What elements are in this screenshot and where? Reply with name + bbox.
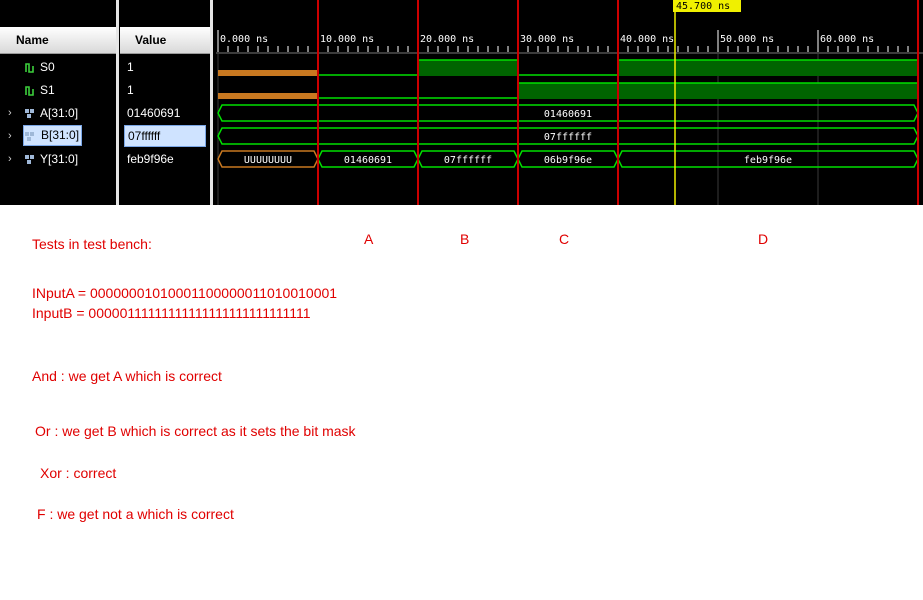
signal-name-label: S0: [40, 60, 55, 74]
bus-signal-icon: [25, 155, 34, 164]
waveform-viewer: Name Value S0 1 S1 1 › A[31:0] 01460691 › B[31:0…: [0, 0, 923, 205]
undefined-segment: [218, 70, 318, 76]
section-label-a: A: [364, 231, 374, 247]
bus-value-label: feb9f96e: [744, 155, 792, 166]
signal-row-b310[interactable]: › B[31:0]: [0, 125, 116, 147]
pane-splitter[interactable]: [116, 0, 119, 205]
scalar-signal-icon: [25, 63, 34, 73]
signal-name-label: Y[31:0]: [40, 152, 79, 166]
expand-chevron-icon[interactable]: ›: [8, 148, 12, 170]
f-result-line: F : we get not a which is correct: [37, 506, 234, 522]
signal-value: feb9f96e: [127, 152, 174, 166]
signal-value: 1: [127, 83, 134, 97]
high-segment-fill: [518, 83, 918, 99]
undefined-segment: [218, 93, 318, 99]
signal-row-s1[interactable]: S1: [0, 79, 116, 101]
ruler-tick-label: 60.000 ns: [820, 34, 874, 45]
high-segment-fill: [618, 60, 918, 76]
and-result-line: And : we get A which is correct: [32, 368, 222, 384]
scalar-signal-icon: [25, 86, 34, 96]
bus-signal-icon: [25, 132, 34, 141]
input-a-line: INputA = 0000000101000110000001101001000…: [32, 285, 338, 301]
ruler-tick-label: 0.000 ns: [220, 34, 268, 45]
section-label-d: D: [758, 231, 769, 247]
ruler-tick-label: 40.000 ns: [620, 34, 674, 45]
bus-value-label: 07ffffff: [544, 132, 592, 143]
pane-splitter[interactable]: [210, 0, 213, 205]
bus-value-label: UUUUUUUU: [244, 155, 292, 166]
xor-result-line: Xor : correct: [40, 465, 117, 481]
ruler-tick-label: 20.000 ns: [420, 34, 474, 45]
section-label-c: C: [559, 231, 570, 247]
notes-title: Tests in test bench:: [32, 236, 152, 252]
bus-value-label: 07ffffff: [444, 155, 492, 166]
bus-value-label: 01460691: [344, 155, 392, 166]
section-label-b: B: [460, 231, 470, 247]
bus-value-label: 06b9f96e: [544, 155, 592, 166]
ruler-tick-label: 50.000 ns: [720, 34, 774, 45]
ruler-tick-label: 30.000 ns: [520, 34, 574, 45]
bus-signal-icon: [25, 109, 34, 118]
waveform-area[interactable]: 0.000 ns 10.000 ns 20.000 ns 30.000 ns 40.00…: [216, 0, 923, 205]
name-column-header[interactable]: Name: [0, 27, 116, 54]
ruler-tick-label: 10.000 ns: [320, 34, 374, 45]
input-b-line: InputB = 0000011111111111111111111111111…: [32, 305, 311, 321]
signal-row-s0[interactable]: S0: [0, 56, 116, 78]
or-result-line: Or : we get B which is correct as it set…: [35, 423, 356, 439]
value-column-header[interactable]: Value: [120, 27, 210, 54]
signal-name-label: A[31:0]: [40, 106, 79, 120]
bus-value-label: 01460691: [544, 109, 592, 120]
expand-chevron-icon[interactable]: ›: [8, 102, 12, 124]
signal-name-label: S1: [40, 83, 55, 97]
time-cursor-label: 45.700 ns: [676, 1, 730, 12]
signal-row-y310[interactable]: › Y[31:0]: [0, 148, 116, 170]
signal-value: 01460691: [127, 106, 181, 120]
signal-value: 1: [127, 60, 134, 74]
expand-chevron-icon[interactable]: ›: [8, 125, 12, 147]
signal-row-a310[interactable]: › A[31:0]: [0, 102, 116, 124]
high-segment-fill: [418, 60, 518, 76]
signal-value: 07ffffff: [124, 125, 206, 147]
